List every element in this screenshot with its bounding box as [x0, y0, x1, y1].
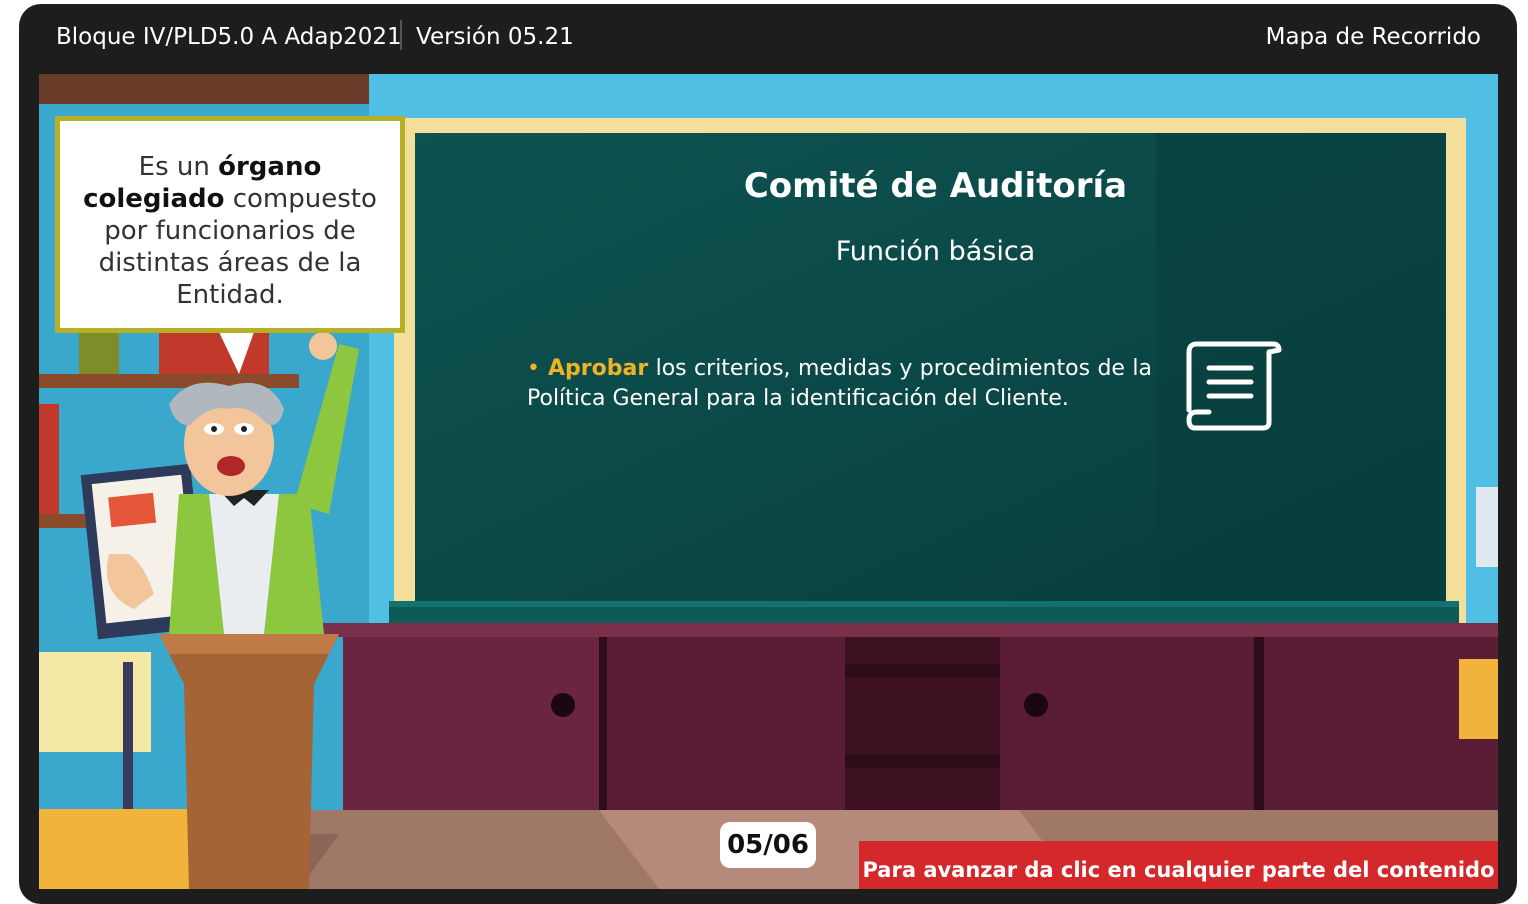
board-title: Comité de Auditoría: [743, 166, 1128, 206]
function-bullet: • Aprobar los criterios, medidas y proced…: [527, 354, 1152, 414]
header-divider: [400, 20, 402, 50]
version-label: Versión 05.21: [416, 24, 574, 50]
map-link[interactable]: Mapa de Recorrido: [1266, 24, 1481, 50]
page-indicator: 05/06: [720, 822, 816, 868]
course-title: Bloque IV/PLD5.0 A Adap2021: [56, 24, 402, 50]
top-bar: Bloque IV/PLD5.0 A Adap2021 Versión 05.2…: [19, 4, 1517, 74]
bullet-marker: •: [527, 356, 540, 381]
content-stage[interactable]: Es un órgano colegiado compuesto por fun…: [39, 74, 1498, 889]
board-subtitle: Función básica: [835, 236, 1036, 267]
bullet-highlight: Aprobar: [547, 356, 649, 381]
speech-bubble: Es un órgano colegiado compuesto por fun…: [55, 116, 405, 333]
advance-banner[interactable]: Para avanzar da clic en cualquier parte …: [859, 841, 1498, 889]
bubble-text-before: Es un: [138, 152, 219, 182]
